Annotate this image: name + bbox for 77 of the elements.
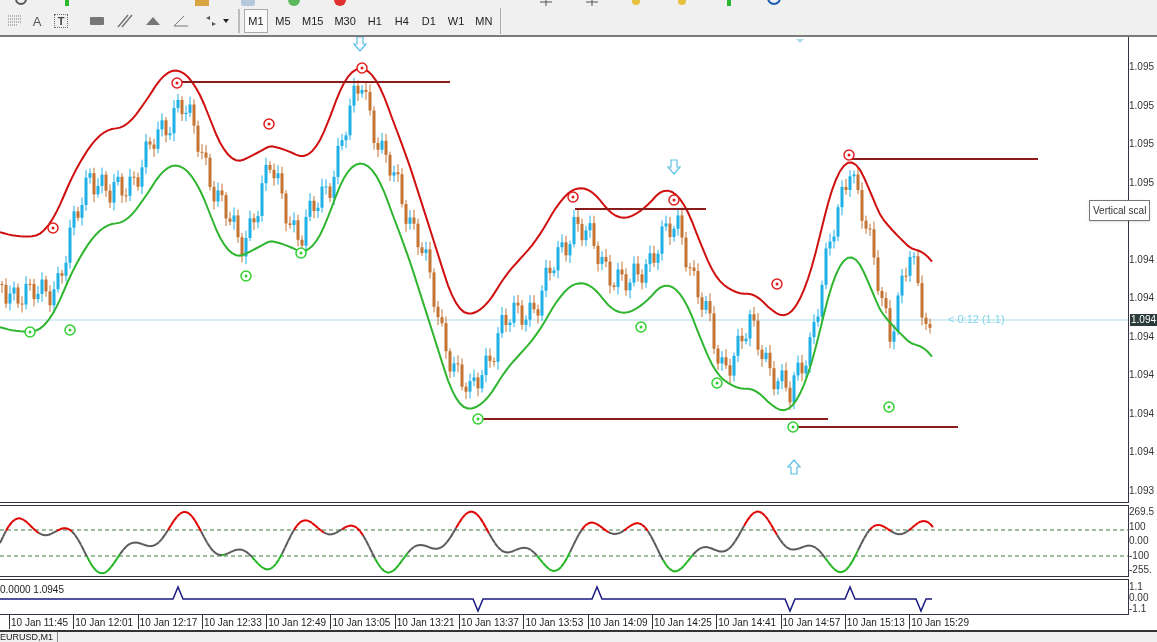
scale-label: 100 xyxy=(1129,520,1147,533)
timeframe-button[interactable]: M30 xyxy=(330,9,360,34)
time-label: 10 Jan 14:57 xyxy=(782,617,841,629)
price-label: 1.095 xyxy=(1129,176,1155,189)
time-label: 10 Jan 14:09 xyxy=(589,617,648,629)
trough-marker xyxy=(787,421,799,433)
time-label: 10 Jan 12:01 xyxy=(75,617,134,629)
scale-label: -255. xyxy=(1129,564,1153,576)
timeframe-button[interactable]: W1 xyxy=(443,9,469,34)
price-label: 1.095 xyxy=(1129,61,1155,73)
price-label: 1.094 xyxy=(1129,253,1155,266)
crosshair-icon[interactable] xyxy=(538,0,554,8)
timeframe-button[interactable]: H4 xyxy=(389,9,414,34)
price-label: 1.094 xyxy=(1129,292,1155,304)
time-label: 10 Jan 14:25 xyxy=(653,617,712,629)
price-label: 1.094 xyxy=(1129,369,1155,381)
time-label: 10 Jan 13:37 xyxy=(461,617,519,629)
scale-label: 269.5 xyxy=(1129,506,1156,518)
timeframe-button[interactable]: M5 xyxy=(271,9,295,34)
peak-marker xyxy=(171,77,183,89)
time-label: 10 Jan 15:29 xyxy=(911,617,969,629)
chart-tab[interactable]: EURUSD,M1 xyxy=(0,632,58,642)
peak-marker xyxy=(668,194,680,206)
time-label: 10 Jan 12:17 xyxy=(139,617,198,629)
price-label: 1.094 xyxy=(1129,407,1155,420)
time-label: 10 Jan 12:49 xyxy=(268,617,326,629)
trough-marker xyxy=(24,326,36,338)
trough-marker xyxy=(472,413,484,425)
trough-marker xyxy=(883,401,895,413)
time-label: 10 Jan 12:33 xyxy=(203,617,262,629)
peak-marker xyxy=(263,118,275,130)
down-arrow-icon xyxy=(352,37,368,52)
time-label: 10 Jan 11:45 xyxy=(11,617,69,629)
trough-marker xyxy=(711,377,723,389)
scale-label: -1.1 xyxy=(1129,602,1148,614)
peak-marker xyxy=(771,278,783,290)
trough-marker xyxy=(240,270,252,282)
angle-icon[interactable] xyxy=(172,13,190,30)
timeframe-button[interactable]: H1 xyxy=(362,9,387,34)
peak-marker xyxy=(843,149,855,161)
trough-marker xyxy=(295,247,307,259)
price-label: 1.094 xyxy=(1129,446,1155,458)
price-label: 1.093 xyxy=(1129,484,1155,497)
scale-label: 0.00 xyxy=(1129,535,1150,547)
scale-label: 1.1 xyxy=(1129,580,1144,592)
time-label: 10 Jan 13:05 xyxy=(332,617,391,629)
timeframe-button[interactable]: M15 xyxy=(298,9,328,34)
timeframe-button[interactable]: D1 xyxy=(416,9,441,34)
trough-marker xyxy=(64,324,76,336)
up-arrow-icon xyxy=(786,459,802,475)
text-tool[interactable]: A xyxy=(24,11,50,32)
indicator-legend: 0.0000 1.0945 xyxy=(0,582,64,597)
parallel-lines-icon[interactable] xyxy=(116,13,134,30)
trough-marker xyxy=(635,321,647,333)
down-arrow-icon xyxy=(666,159,682,175)
timeframe-button[interactable]: MN xyxy=(471,9,497,34)
time-label: 10 Jan 14:41 xyxy=(718,617,777,629)
crosshair-icon[interactable] xyxy=(584,0,600,8)
time-label: 10 Jan 13:53 xyxy=(525,617,584,629)
search-icon[interactable] xyxy=(14,0,30,8)
stop-icon[interactable] xyxy=(332,0,348,8)
scale-label: 0.00 xyxy=(1129,591,1150,603)
peak-marker xyxy=(567,191,579,203)
price-label: 1.095 xyxy=(1129,99,1155,112)
time-label: 10 Jan 15:13 xyxy=(846,617,905,629)
time-label: 10 Jan 13:21 xyxy=(396,617,455,629)
triangle-marker xyxy=(796,39,804,43)
text-label-tool[interactable]: T xyxy=(54,14,68,29)
tooltip: Vertical scal xyxy=(1089,200,1151,221)
price-label: 1.094 xyxy=(1129,330,1155,343)
peak-marker xyxy=(47,222,59,234)
current-price-label: 1.094 xyxy=(1130,314,1157,326)
price-label: 1.095 xyxy=(1129,138,1155,150)
timeframe-button[interactable]: M1 xyxy=(244,9,268,34)
peak-marker xyxy=(356,62,368,74)
scale-label: -100 xyxy=(1129,549,1150,562)
timer-label: < 0:12 (1.1) xyxy=(948,312,1005,327)
